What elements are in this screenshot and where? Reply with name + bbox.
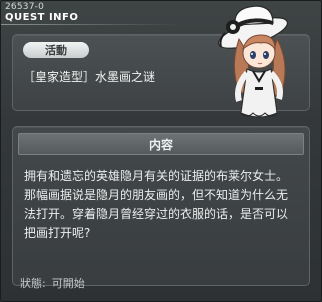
quest-title: ［皇家造型］水墨画之谜 — [23, 70, 156, 84]
quest-category-badge: 活動 — [23, 42, 89, 58]
description-line: 法打开。穿着隐月曾经穿过的衣服的话，是否可以 — [24, 207, 289, 221]
quest-info-window: 26537-0 QUEST INFO 活動 ［皇家造型］水墨画之谜 内容 拥有和… — [0, 0, 322, 302]
description-line: 那幅画据说是隐月的朋友画的，但不知道为什么无 — [24, 188, 289, 202]
title-divider — [1, 24, 181, 25]
quest-id-label: 26537-0 — [5, 2, 45, 12]
status-value: 可開始 — [51, 277, 85, 290]
description-line: 把画打开呢? — [24, 226, 91, 240]
npc-portrait-icon — [213, 3, 319, 125]
content-section-title: 内容 — [18, 133, 304, 155]
window-title: QUEST INFO — [5, 12, 79, 23]
quest-description: 拥有和遗忘的英雄隐月有关的证据的布莱尔女士。 那幅画据说是隐月的朋友画的，但不知… — [24, 167, 302, 243]
status-label: 狀態: — [20, 277, 46, 290]
description-line: 拥有和遗忘的英雄隐月有关的证据的布莱尔女士。 — [24, 169, 289, 183]
quest-content-panel: 内容 拥有和遗忘的英雄隐月有关的证据的布莱尔女士。 那幅画据说是隐月的朋友画的，… — [12, 126, 310, 286]
quest-status: 狀態: 可開始 — [20, 275, 91, 291]
